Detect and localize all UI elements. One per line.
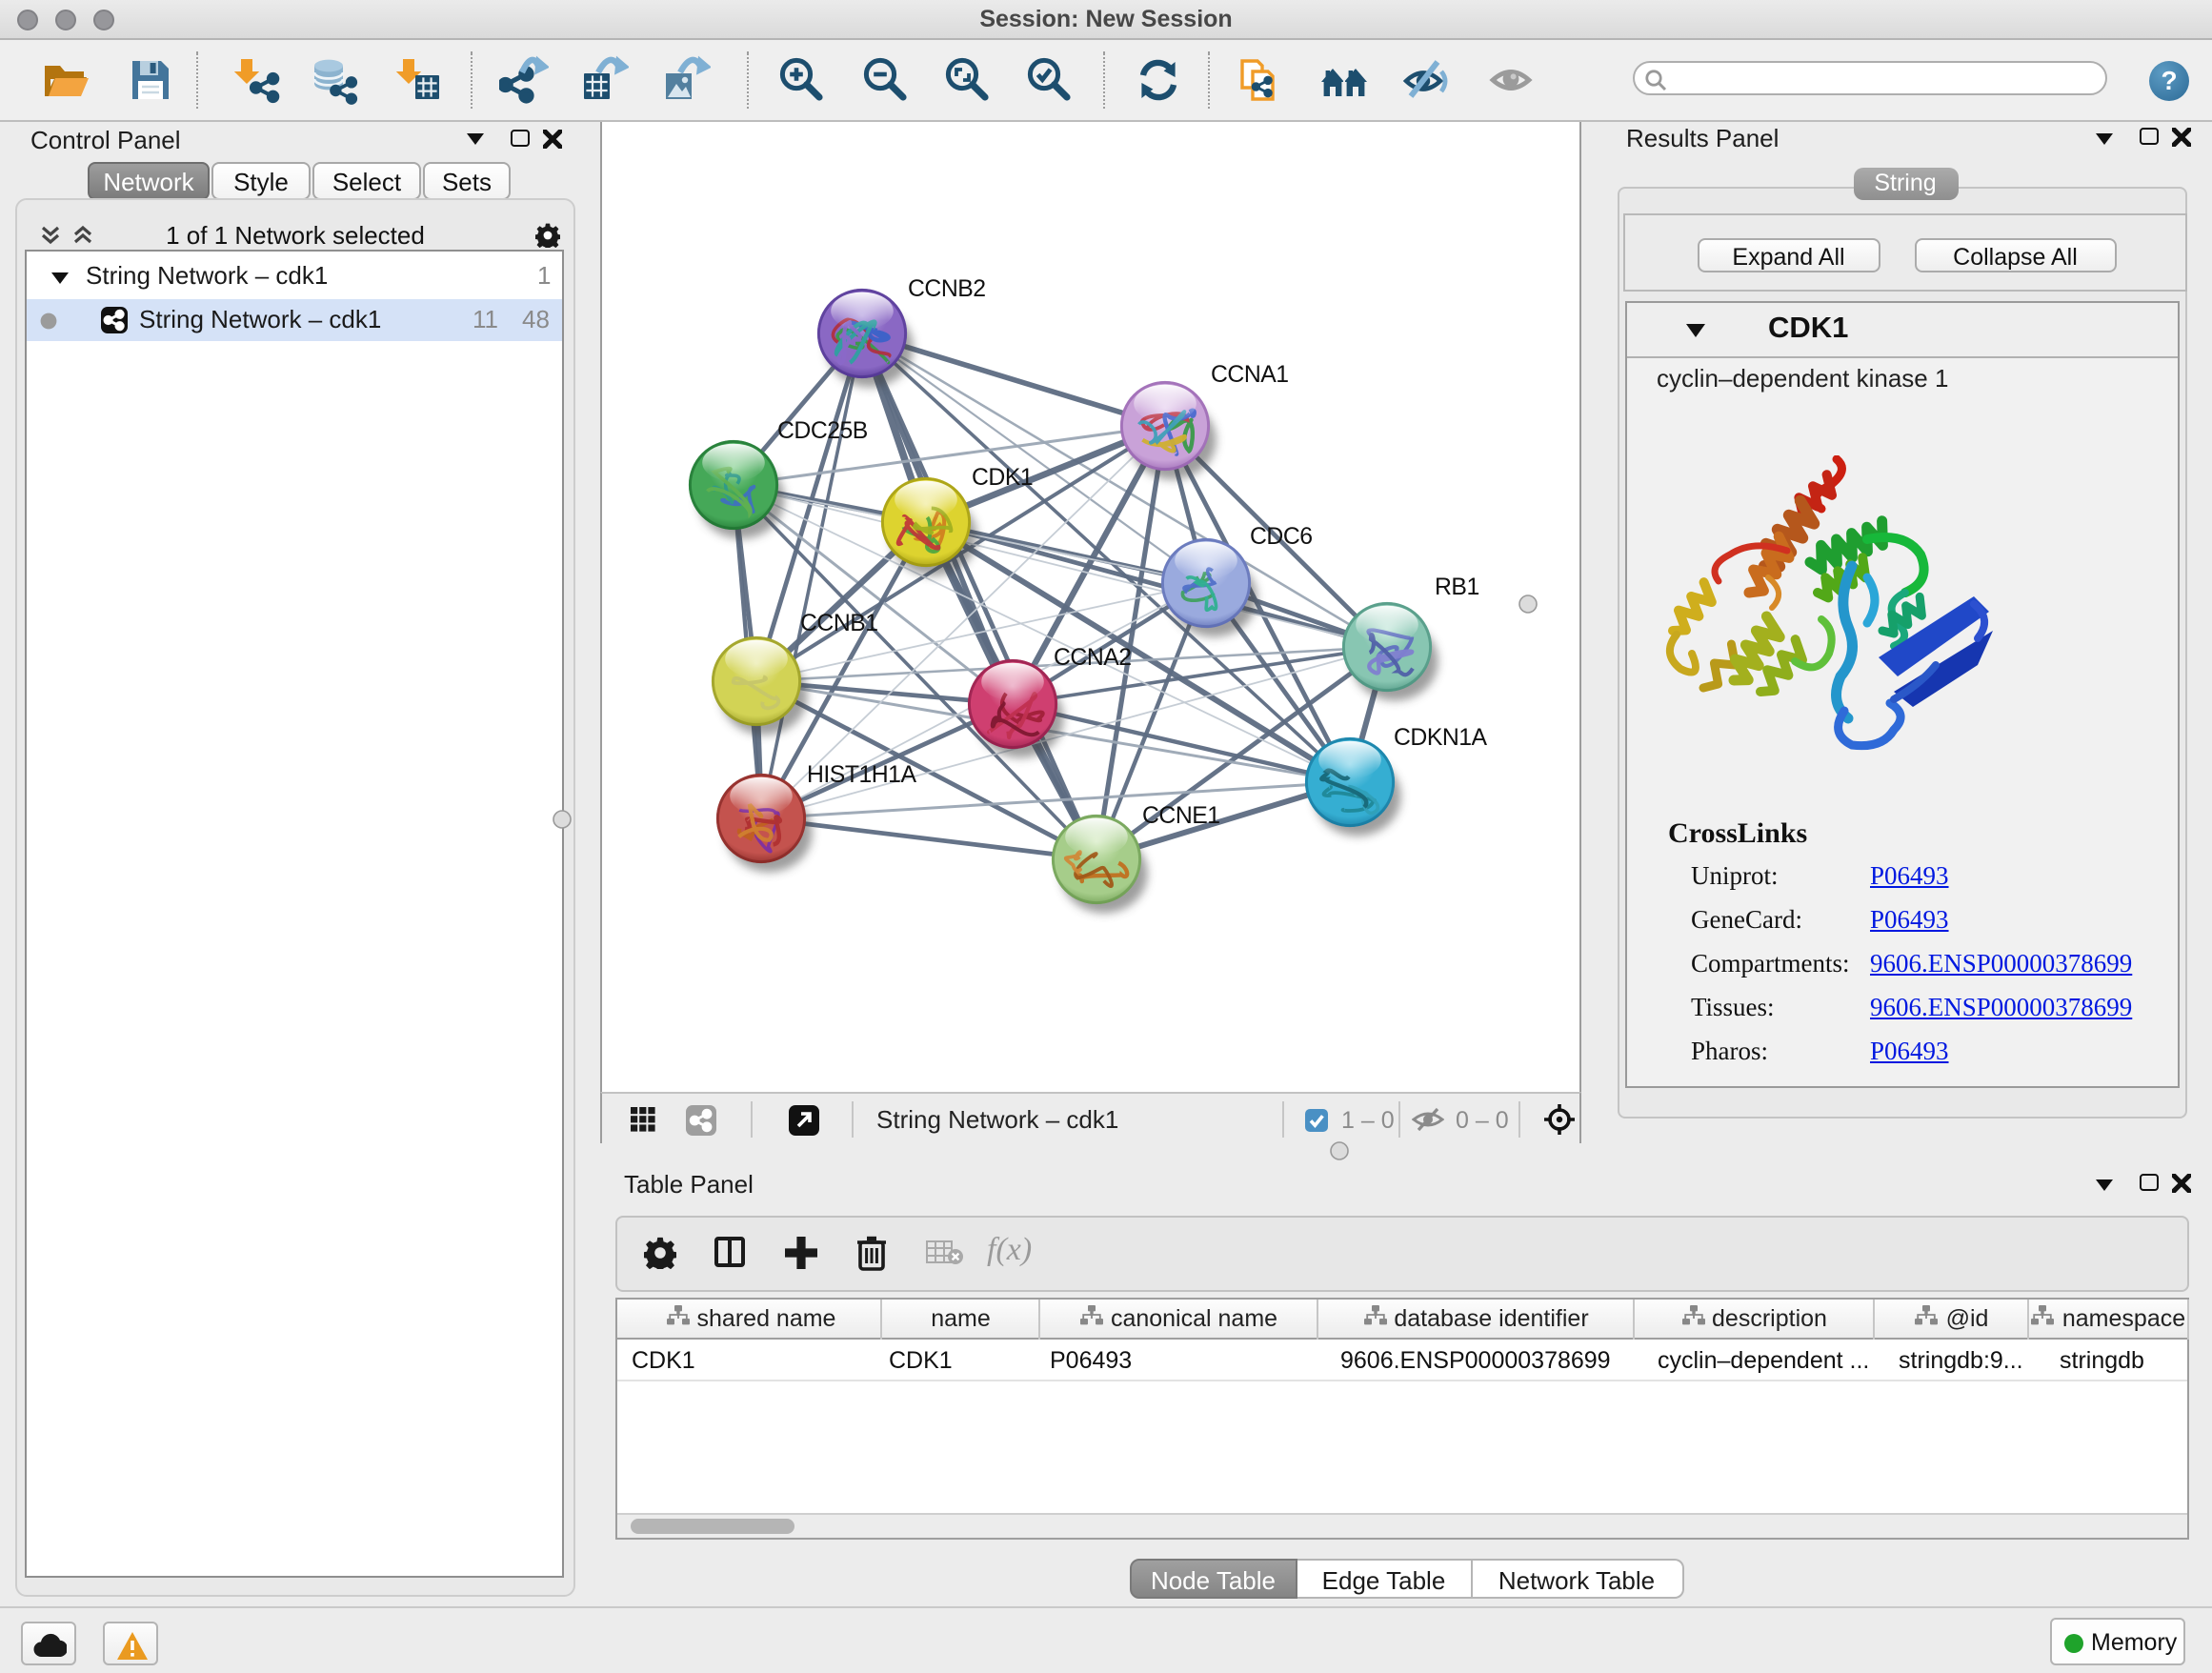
svg-text:CCNA1: CCNA1 xyxy=(1211,362,1289,388)
svg-text:RB1: RB1 xyxy=(1435,574,1479,600)
svg-text:HIST1H1A: HIST1H1A xyxy=(807,762,916,788)
svg-text:CDC6: CDC6 xyxy=(1250,524,1313,550)
svg-text:CCNB1: CCNB1 xyxy=(800,611,878,636)
svg-text:CCNB2: CCNB2 xyxy=(908,276,986,302)
svg-text:CDKN1A: CDKN1A xyxy=(1394,725,1488,751)
svg-text:CDK1: CDK1 xyxy=(972,465,1033,491)
svg-text:CCNA2: CCNA2 xyxy=(1054,645,1132,671)
svg-text:CCNE1: CCNE1 xyxy=(1142,803,1220,829)
svg-text:CDC25B: CDC25B xyxy=(777,418,868,444)
